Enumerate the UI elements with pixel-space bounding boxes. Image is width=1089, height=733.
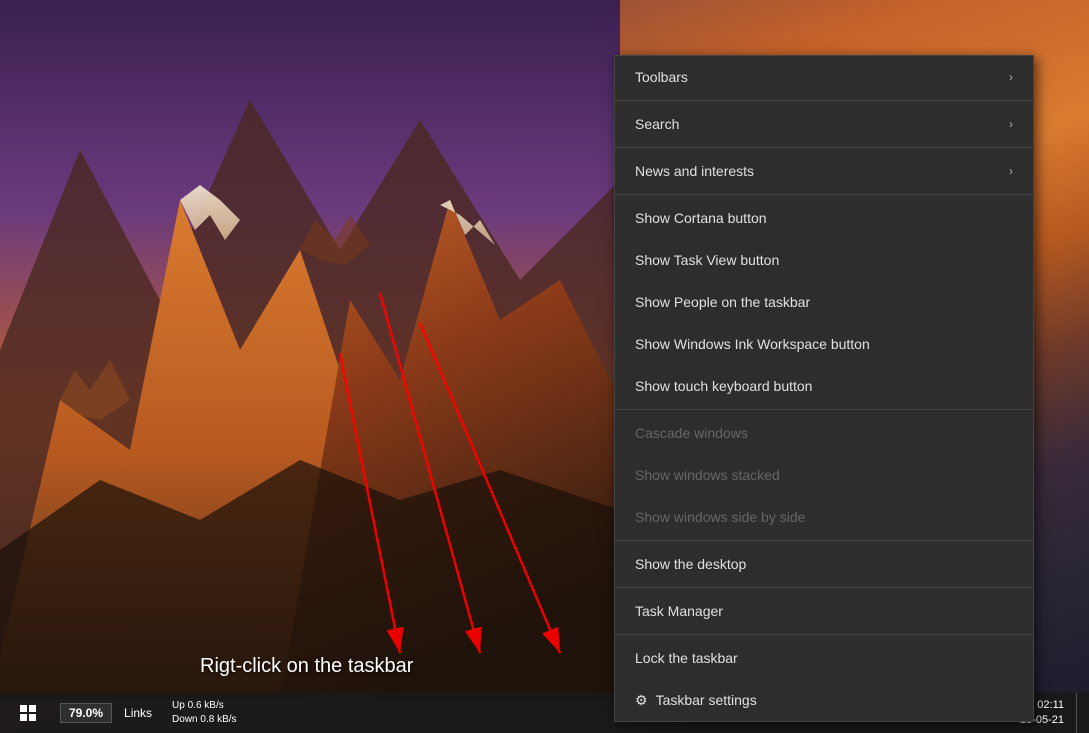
taskbar-left: 79.0% Links Up 0.6 kB/s Down 0.8 kB/s — [0, 693, 245, 733]
up-label: Up — [172, 700, 185, 711]
menu-item-news-interests[interactable]: News and interests › — [615, 150, 1033, 192]
network-info: Up 0.6 kB/s Down 0.8 kB/s — [164, 699, 245, 727]
up-speed: 0.6 kB/s — [188, 700, 224, 711]
menu-item-search[interactable]: Search › — [615, 103, 1033, 145]
menu-item-toolbars[interactable]: Toolbars › — [615, 56, 1033, 98]
win-logo-piece — [20, 705, 27, 712]
battery-indicator[interactable]: 79.0% — [60, 703, 112, 723]
menu-separator — [615, 194, 1033, 195]
menu-item-show-people[interactable]: Show People on the taskbar — [615, 281, 1033, 323]
win-logo-piece — [20, 714, 27, 721]
show-desktop-button[interactable] — [1076, 693, 1081, 733]
chevron-icon: › — [1009, 164, 1013, 178]
context-menu: Toolbars › Search › News and interests ›… — [614, 55, 1034, 722]
menu-item-show-desktop[interactable]: Show the desktop — [615, 543, 1033, 585]
menu-item-side-by-side: Show windows side by side — [615, 496, 1033, 538]
menu-item-show-touch-kbd[interactable]: Show touch keyboard button — [615, 365, 1033, 407]
menu-separator — [615, 147, 1033, 148]
win-logo-piece — [29, 705, 36, 712]
menu-item-stacked: Show windows stacked — [615, 454, 1033, 496]
menu-separator — [615, 587, 1033, 588]
links-button[interactable]: Links — [116, 693, 160, 733]
battery-percentage: 79.0% — [69, 706, 103, 720]
menu-item-lock-taskbar[interactable]: Lock the taskbar — [615, 637, 1033, 679]
menu-separator — [615, 540, 1033, 541]
menu-separator — [615, 634, 1033, 635]
gear-icon: ⚙ — [635, 692, 648, 709]
chevron-icon: › — [1009, 117, 1013, 131]
menu-separator — [615, 100, 1033, 101]
annotation-text: Rigt-click on the taskbar — [200, 655, 413, 678]
download-row: Down 0.8 kB/s — [172, 713, 237, 727]
menu-item-taskbar-settings[interactable]: ⚙ Taskbar settings — [615, 679, 1033, 721]
down-speed: 0.8 kB/s — [200, 714, 236, 725]
chevron-icon: › — [1009, 70, 1013, 84]
mountain-illustration — [0, 0, 620, 700]
menu-item-cascade: Cascade windows — [615, 412, 1033, 454]
start-button[interactable] — [4, 693, 52, 733]
win-logo-piece — [29, 714, 36, 721]
menu-separator — [615, 409, 1033, 410]
windows-logo — [20, 705, 36, 721]
menu-item-task-manager[interactable]: Task Manager — [615, 590, 1033, 632]
down-label: Down — [172, 714, 198, 725]
links-label: Links — [124, 706, 152, 720]
menu-item-show-ink[interactable]: Show Windows Ink Workspace button — [615, 323, 1033, 365]
menu-item-show-cortana[interactable]: Show Cortana button — [615, 197, 1033, 239]
taskbar-settings-with-icon: ⚙ Taskbar settings — [635, 692, 757, 709]
menu-item-show-taskview[interactable]: Show Task View button — [615, 239, 1033, 281]
upload-row: Up 0.6 kB/s — [172, 699, 237, 713]
